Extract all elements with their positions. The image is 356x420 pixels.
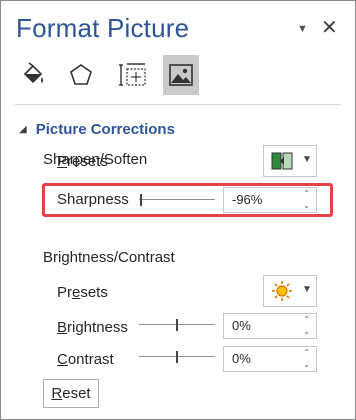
sharpness-slider[interactable]: [139, 194, 215, 206]
pentagon-icon: [70, 64, 92, 85]
reset-button[interactable]: Reset: [43, 379, 99, 408]
contrast-label: Contrast: [57, 351, 114, 368]
sharpness-label: Sharpness: [57, 191, 129, 208]
contrast-slider[interactable]: [139, 351, 215, 363]
brightness-slider[interactable]: [139, 319, 215, 331]
tab-effects[interactable]: [63, 55, 99, 95]
sharpness-input[interactable]: -96% ⌃ ⌄: [223, 187, 317, 213]
paint-bucket-icon: [23, 62, 43, 84]
tabs-divider: [15, 104, 341, 105]
size-icon: [119, 63, 146, 86]
picture-icon: [169, 64, 193, 86]
sharpness-slider-thumb[interactable]: [140, 194, 143, 206]
brightness-presets-label: Presets: [57, 284, 108, 301]
picture-corrections-header[interactable]: ◢ Picture Corrections: [19, 121, 175, 138]
contrast-input[interactable]: 0% ⌃ ⌄: [223, 346, 317, 372]
chevron-down-icon: ▼: [302, 154, 312, 165]
spin-arrows-icon[interactable]: ⌃ ⌄: [303, 347, 310, 371]
section-title: Picture Corrections: [35, 121, 175, 138]
sharpness-value: -96%: [232, 192, 263, 207]
pane-tabs: [15, 55, 205, 99]
brightness-input[interactable]: 0% ⌃ ⌄: [223, 313, 317, 339]
spin-arrows-icon[interactable]: ⌃ ⌄: [303, 188, 310, 212]
contrast-value: 0%: [232, 351, 251, 366]
brightness-contrast-heading: Brightness/Contrast: [43, 249, 175, 266]
sharpen-presets-dropdown[interactable]: ▼: [263, 145, 317, 177]
tab-picture[interactable]: [163, 55, 199, 95]
format-picture-pane: Format Picture ▼ ✕ ◢ Picture Corrections…: [0, 0, 356, 420]
chevron-down-icon: ▼: [302, 284, 312, 295]
tab-fill-line[interactable]: [15, 55, 51, 95]
sharpen-soften-icon: [271, 152, 293, 170]
brightness-value: 0%: [232, 318, 251, 333]
spin-arrows-icon[interactable]: ⌃ ⌄: [303, 314, 310, 338]
collapse-triangle-icon: ◢: [19, 124, 27, 135]
pane-title: Format Picture: [16, 13, 190, 43]
brightness-label: Brightness: [57, 319, 128, 336]
tab-size-properties[interactable]: [115, 55, 151, 95]
contrast-slider-thumb[interactable]: [176, 351, 178, 363]
brightness-presets-dropdown[interactable]: ▼: [263, 275, 317, 307]
close-icon[interactable]: ✕: [321, 15, 338, 40]
sharpen-presets-label: Presets: [57, 153, 108, 170]
brightness-slider-thumb[interactable]: [176, 319, 178, 331]
chevron-down-icon[interactable]: ▼: [297, 23, 308, 35]
sun-icon: [272, 281, 292, 301]
